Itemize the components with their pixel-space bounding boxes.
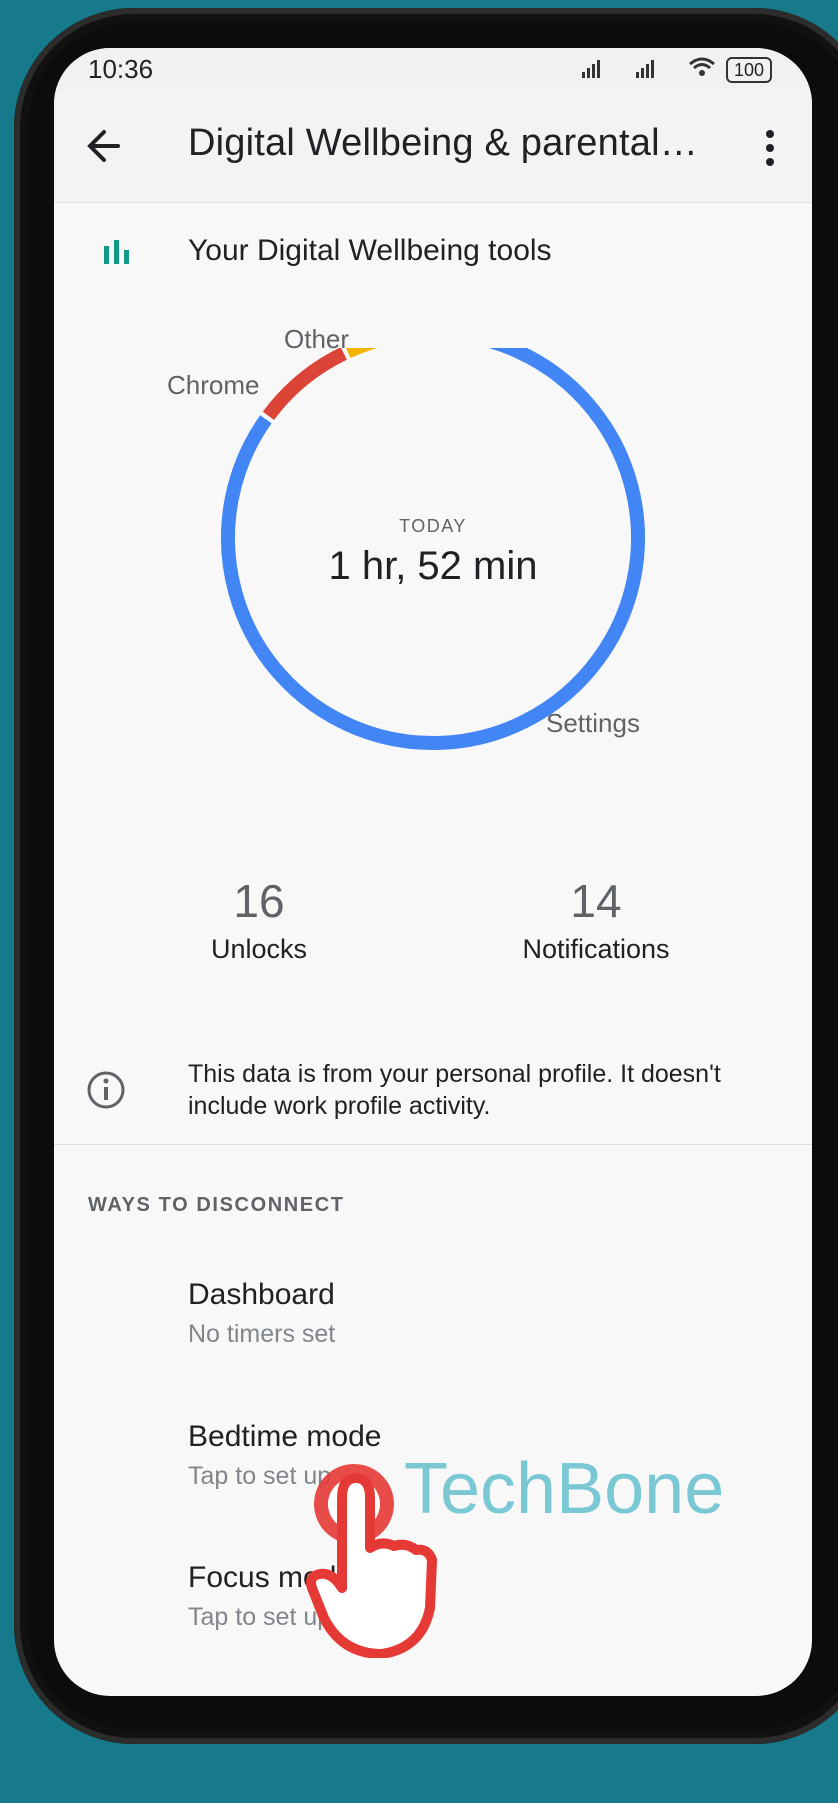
list-item-focus-mode[interactable]: Focus mode Tap to set up xyxy=(188,1561,748,1632)
divider xyxy=(54,1144,812,1145)
notifications-count: 14 xyxy=(570,875,622,927)
more-vert-icon[interactable] xyxy=(750,120,790,176)
list-item-dashboard[interactable]: Dashboard No timers set xyxy=(188,1278,748,1349)
tools-label: Your Digital Wellbeing tools xyxy=(188,234,552,267)
signal-icon xyxy=(580,54,624,85)
legend-other: Other xyxy=(284,324,350,354)
unlocks-label: Unlocks xyxy=(210,934,308,964)
notifications-label: Notifications xyxy=(522,934,670,964)
bar-chart-icon xyxy=(100,234,134,268)
page-title: Digital Wellbeing & parental… xyxy=(188,122,698,164)
today-label: TODAY xyxy=(399,516,467,536)
signal-icon xyxy=(634,54,678,85)
status-icons: 100 xyxy=(580,54,772,85)
list-item-title: Dashboard xyxy=(188,1278,335,1311)
tap-hand-icon xyxy=(302,1458,442,1659)
app-bar: Digital Wellbeing & parental… xyxy=(54,90,812,203)
list-item-subtitle: Tap to set up xyxy=(188,1603,332,1631)
donut-segment-chrome xyxy=(262,347,347,421)
notifications-stat: 14 Notifications xyxy=(506,874,686,965)
tools-row[interactable]: Your Digital Wellbeing tools xyxy=(54,224,812,284)
techbone-watermark: TechBone xyxy=(404,1449,725,1529)
phone-screen: 10:36 100 Digital Wellbeing & parental… … xyxy=(54,48,812,1696)
back-arrow-icon[interactable] xyxy=(78,118,134,174)
section-title: WAYS TO DISCONNECT xyxy=(88,1194,345,1216)
info-row: This data is from your personal profile.… xyxy=(54,1050,812,1170)
unlocks-stat: 16 Unlocks xyxy=(194,874,324,965)
list-item-subtitle: No timers set xyxy=(188,1320,336,1348)
unlocks-count: 16 xyxy=(233,875,285,927)
donut-segment-other xyxy=(344,326,432,359)
legend-chrome: Chrome xyxy=(167,370,260,400)
status-time: 10:36 xyxy=(88,54,154,84)
info-icon xyxy=(86,1070,126,1110)
wifi-icon xyxy=(688,54,716,85)
info-text: This data is from your personal profile.… xyxy=(188,1060,721,1120)
battery-icon: 100 xyxy=(725,56,772,83)
total-time: 1 hr, 52 min xyxy=(328,544,538,588)
legend-settings: Settings xyxy=(546,708,640,738)
list-item-title: Focus mode xyxy=(188,1561,354,1594)
status-bar: 10:36 100 xyxy=(54,48,812,90)
